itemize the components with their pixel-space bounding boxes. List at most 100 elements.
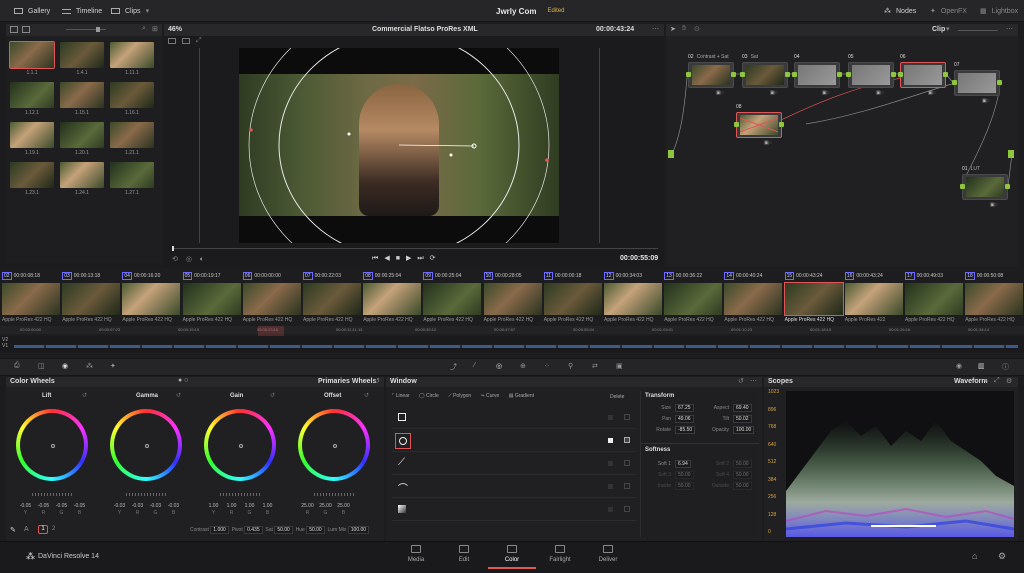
timeline-ruler[interactable]: 00:00:00:00 00:00:07:23 00:00:15:19 00:00:2…: [0, 326, 1024, 334]
timeline-clip[interactable]: [543, 283, 602, 315]
timeline-clip[interactable]: [423, 283, 482, 315]
wheel-value[interactable]: 25.00: [300, 503, 315, 509]
mini-timeline[interactable]: V2 V1: [0, 336, 1024, 352]
invert-toggle[interactable]: [608, 438, 613, 443]
timeline-clip[interactable]: [122, 283, 181, 315]
page-indicator[interactable]: ● ○: [178, 377, 188, 384]
tab-media[interactable]: Media: [392, 541, 440, 569]
blur-icon[interactable]: ⁘: [544, 362, 550, 370]
a-icon[interactable]: A: [24, 526, 29, 533]
loop-playback-icon[interactable]: ⟳: [430, 255, 442, 262]
color-node[interactable]: [792, 62, 842, 88]
transform-field[interactable]: 67.25: [675, 404, 694, 412]
settings-icon[interactable]: ⚙︎: [998, 551, 1006, 562]
clips-button[interactable]: Clips ▾: [111, 0, 149, 22]
color-node[interactable]: [960, 174, 1010, 200]
gallery-still[interactable]: [10, 162, 54, 188]
wheel-value[interactable]: -0.05: [54, 503, 69, 509]
color-wheel-lift[interactable]: [16, 409, 88, 481]
video-frame[interactable]: [199, 48, 600, 243]
reset-icon[interactable]: ↺: [374, 377, 380, 385]
page-1-button[interactable]: 1: [38, 525, 48, 534]
node-output-dot[interactable]: [837, 72, 842, 77]
split-screen-icon[interactable]: [182, 38, 190, 44]
go-to-start-icon[interactable]: ⏮︎: [372, 255, 384, 262]
delete-button[interactable]: Delete: [610, 394, 624, 400]
linear-tool[interactable]: ⌜ Linear: [392, 393, 410, 399]
gallery-still[interactable]: [110, 122, 154, 148]
wheel-value[interactable]: -0.05: [36, 503, 51, 509]
invert-toggle[interactable]: [608, 461, 613, 466]
node-input-dot[interactable]: [740, 72, 745, 77]
viewer-title[interactable]: Commercial Flatso ProRes XML: [372, 26, 478, 33]
eye-icon[interactable]: ◉: [956, 362, 962, 370]
gallery-still[interactable]: [110, 42, 154, 68]
key-icon[interactable]: ⚲: [568, 362, 573, 370]
auto-balance-icon[interactable]: ✎: [10, 526, 16, 534]
timeline-clip[interactable]: [242, 283, 301, 315]
node-output-dot[interactable]: [779, 122, 784, 127]
timeline-clip[interactable]: [2, 283, 60, 315]
timeline-button[interactable]: Timeline: [62, 0, 102, 22]
gallery-still[interactable]: [110, 82, 154, 108]
polygon-tool[interactable]: ⟋ Polygon: [448, 393, 471, 399]
master-wheel-dial[interactable]: [314, 493, 354, 496]
mask-toggle[interactable]: [624, 437, 630, 443]
node-output[interactable]: [1008, 150, 1014, 158]
node-input-dot[interactable]: [734, 122, 739, 127]
color-wheel-offset[interactable]: [298, 409, 370, 481]
tab-edit[interactable]: Edit: [440, 541, 488, 569]
zoom-slider[interactable]: [66, 29, 106, 30]
wheel-value[interactable]: -0.05: [72, 503, 87, 509]
gradient-tool[interactable]: ▤ Gradient: [509, 393, 534, 399]
more-options-icon[interactable]: ⋯: [652, 25, 659, 33]
timeline-clip[interactable]: [965, 283, 1024, 315]
wheel-value[interactable]: -0.03: [112, 503, 127, 509]
circle-tool[interactable]: ◯ Circle: [419, 393, 439, 399]
openfx-button[interactable]: ✦ OpenFX: [930, 0, 967, 22]
node-input-dot[interactable]: [792, 72, 797, 77]
color-node[interactable]: [898, 62, 948, 88]
master-wheel-dial[interactable]: [32, 493, 72, 496]
wheel-value[interactable]: 1.00: [206, 503, 221, 509]
node-output-dot[interactable]: [785, 72, 790, 77]
wheel-value[interactable]: 25.00: [336, 503, 351, 509]
color-wheel-gamma[interactable]: [110, 409, 182, 481]
transform-field[interactable]: 49.06: [675, 415, 694, 423]
transform-field[interactable]: 50.02: [733, 415, 752, 423]
mask-toggle[interactable]: [624, 460, 630, 466]
lummix-field[interactable]: 100.00: [347, 526, 370, 534]
timeline-clip[interactable]: [783, 282, 844, 316]
3d-icon[interactable]: ▣: [616, 362, 623, 370]
timeline-clip[interactable]: [905, 283, 963, 315]
wheel-value[interactable]: 1.00: [260, 503, 275, 509]
timeline-clip[interactable]: [363, 283, 422, 315]
node-input-dot[interactable]: [952, 80, 957, 85]
play-icon[interactable]: ▶: [406, 255, 417, 262]
wheel-crosshair[interactable]: [145, 444, 149, 448]
gallery-still[interactable]: [60, 162, 104, 188]
reset-icon[interactable]: ↺: [738, 377, 744, 385]
still-album-icon[interactable]: [10, 26, 18, 33]
scrubber-playhead[interactable]: [172, 246, 174, 251]
invert-toggle[interactable]: [608, 507, 613, 512]
tracker-icon[interactable]: ⊕: [520, 362, 526, 370]
reset-icon[interactable]: ↺: [82, 392, 87, 399]
image-wipe-icon[interactable]: [168, 38, 176, 44]
softness-field[interactable]: 50.00: [675, 471, 694, 479]
transform-field[interactable]: 100.00: [733, 426, 755, 434]
wheel-value[interactable]: -0.03: [148, 503, 163, 509]
camera-raw-icon[interactable]: ⎙: [14, 362, 20, 370]
nodes-button[interactable]: ⁂ Nodes: [884, 0, 916, 22]
go-to-end-icon[interactable]: ⏭︎: [417, 255, 429, 262]
mask-toggle[interactable]: [624, 506, 630, 512]
viewer-scrubber[interactable]: [172, 248, 658, 249]
audio-icon[interactable]: 🔈︎: [200, 256, 204, 263]
wheel-crosshair[interactable]: [239, 444, 243, 448]
reset-icon[interactable]: ↺: [270, 392, 275, 399]
node-input[interactable]: [668, 150, 674, 158]
softness-field[interactable]: 50.00: [675, 482, 694, 490]
more-options-icon[interactable]: ⋯: [750, 377, 757, 385]
window-icon[interactable]: ◎: [496, 362, 502, 370]
scope-mode[interactable]: Waveform: [954, 378, 988, 385]
